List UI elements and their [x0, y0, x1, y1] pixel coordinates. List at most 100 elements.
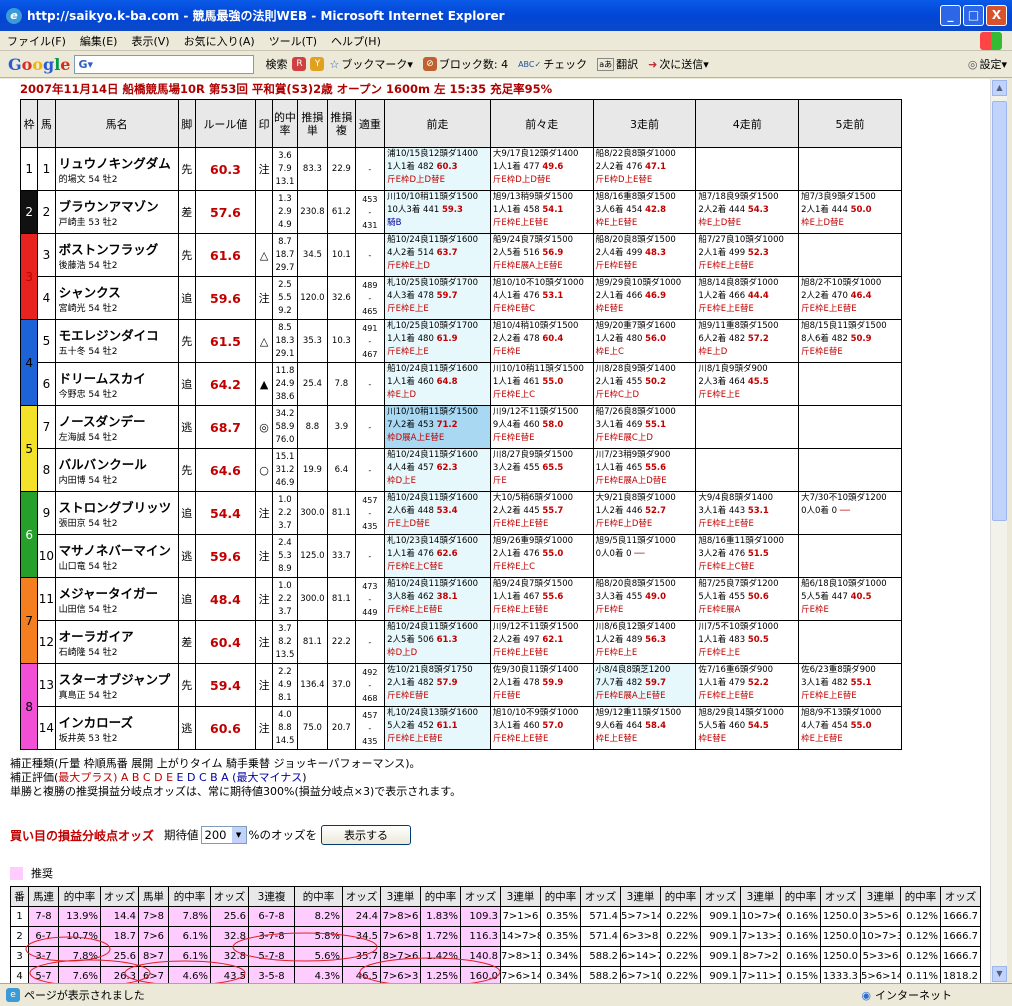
maximize-button[interactable]: □: [963, 5, 984, 26]
horse-name[interactable]: バルバンクール: [59, 454, 178, 473]
horse-name[interactable]: シャンクス: [59, 282, 178, 301]
past-race-place: 1人2着 466: [698, 291, 748, 301]
race-table-body: 1 1 リュウノキングダム 的場文 54 牡2 先 60.3 注 3.6 7.9 13.1 83.3…: [19, 147, 902, 750]
horse-name[interactable]: インカローズ: [59, 712, 178, 731]
past-race-adjustments: 斤E枠E展A: [698, 605, 741, 615]
odds-header-cell: 的中率: [540, 886, 581, 907]
send-to-button[interactable]: ➜ 次に送信▾: [648, 56, 709, 72]
horse-name[interactable]: メジャータイガー: [59, 583, 178, 602]
hit-rate: 4.9: [278, 219, 292, 230]
translate-icon: aあ: [597, 57, 615, 71]
menu-favorites[interactable]: お気に入り(A): [184, 33, 255, 49]
odds-cell: 3-7-8: [248, 926, 295, 947]
show-odds-button[interactable]: 表示する: [320, 825, 411, 845]
hit-rates: 15.1 31.2 46.9: [272, 448, 298, 492]
horse-name[interactable]: スターオブジャンプ: [59, 669, 178, 688]
hit-rates: 2.2 4.9 8.1: [272, 663, 298, 707]
scroll-up-arrow-icon[interactable]: ▲: [992, 80, 1007, 96]
past-race-5: 船6/18良10頭ダ1000 5人5着 447 40.5 斤E枠E: [798, 577, 902, 621]
hit-rate: 9.2: [278, 305, 292, 316]
past-race-2: 船9/24良7頭ダ1500 2人5着 516 56.9 斤E枠E展A上E替E: [489, 233, 594, 277]
horse-name[interactable]: ボストンフラッグ: [59, 239, 178, 258]
horse-number: 3: [37, 233, 56, 277]
status-bar: e ページが表示されました ◉ インターネット: [0, 983, 1012, 1006]
horse-name[interactable]: マサノネバーマイン: [59, 540, 178, 559]
past-race-place: 3人1着 469: [595, 420, 646, 430]
scroll-thumb[interactable]: [992, 101, 1007, 521]
menu-view[interactable]: 表示(V): [131, 33, 169, 49]
menu-file[interactable]: ファイル(F): [7, 33, 66, 49]
past-race-place: 2人2着 497: [492, 635, 543, 645]
menu-edit[interactable]: 編集(E): [80, 33, 118, 49]
odds-cell: 18.7: [100, 926, 139, 947]
check-label: チェック: [543, 58, 588, 71]
past-race-result: 1人1着 480 61.9: [387, 333, 489, 346]
horse-name[interactable]: オーラガイア: [59, 626, 178, 645]
past-race-result: 0人0着 0 ──: [596, 548, 695, 561]
horse-name[interactable]: ドリームスカイ: [59, 368, 178, 387]
recommended-label: 推奨: [31, 867, 53, 880]
translate-button[interactable]: aあ 翻訳: [597, 56, 638, 72]
past-race-5: [798, 534, 902, 578]
past-race-info: 船7/26良8頭ダ1000: [595, 407, 676, 417]
expectation-select[interactable]: 200 ▼: [200, 826, 247, 844]
horse-row: 4 シャンクス 宮崎光 54 牡2 追 59.6 注 2.5 5.5 9.2 120.0 32.6 4…: [21, 276, 902, 320]
vertical-scrollbar[interactable]: ▲ ▼: [990, 79, 1007, 983]
pagerank-icon[interactable]: R: [292, 57, 307, 71]
past-race-adjustments: 斤E枠D上D替E: [387, 175, 445, 185]
adj-weight: 457 - 435: [354, 706, 386, 750]
hit-rate: 13.1: [275, 176, 295, 187]
hit-rate: 8.5: [278, 322, 292, 333]
horse-name[interactable]: モエレジンダイコ: [59, 325, 178, 344]
past-race-place: 2人4着 499: [595, 248, 646, 258]
odds-cell: 10>7>6: [740, 906, 781, 927]
pay-place: 20.7: [327, 706, 356, 750]
horse-name-cell: ドリームスカイ 今野忠 54 牡2: [54, 362, 179, 406]
past-race-score: 45.5: [747, 377, 769, 387]
settings-button[interactable]: ◎ 設定▾: [968, 56, 1007, 72]
minimize-button[interactable]: _: [940, 5, 961, 26]
hit-rate: 4.0: [278, 709, 292, 720]
adj-weight: 473 - 449: [354, 577, 386, 621]
adj-weight: -: [354, 620, 386, 664]
past-race-info: 佐6/23重8頭ダ900: [801, 665, 876, 675]
odds-cell: 6-7: [28, 926, 59, 947]
scroll-down-arrow-icon[interactable]: ▼: [992, 966, 1007, 982]
past-race-4: 旭8/16重11頭ダ1000 3人2着 476 51.5 斤E枠E上C替E: [695, 534, 800, 578]
adj-line: -: [368, 293, 372, 303]
horse-name[interactable]: ブラウンアマゾン: [59, 196, 178, 215]
past-race-info: 船9/24良7頭ダ1500: [492, 235, 574, 245]
horse-name[interactable]: ストロングブリッツ: [59, 497, 178, 516]
bookmarks-button[interactable]: ☆ ブックマーク▾: [329, 56, 412, 72]
menu-tools[interactable]: ツール(T): [269, 33, 317, 49]
past-race-result: 5人5着 447 40.5: [801, 591, 900, 604]
rule-value: 60.4: [194, 620, 256, 664]
hit-rate: 3.7: [278, 606, 292, 617]
past-race-info: 旭8/14良8頭ダ1000: [698, 278, 779, 288]
odds-cell: 140.8: [460, 946, 501, 967]
search-button[interactable]: 検索: [265, 56, 287, 72]
past-race-3: 船7/26良8頭ダ1000 3人1着 469 55.1 斤E枠E展C上D: [592, 405, 697, 449]
running-style: 追: [177, 577, 196, 621]
past-race-place: 5人5着 447: [801, 592, 851, 602]
waku-cell: 5: [19, 405, 39, 492]
hit-rate: 1.0: [278, 580, 292, 591]
google-search-input[interactable]: G▾: [74, 54, 255, 74]
past-race-1: 船10/24良11頭ダ1600 4人2着 514 63.7 斤E枠E上D: [384, 233, 491, 277]
adj-line: 465: [362, 306, 378, 316]
horse-name[interactable]: ノースダンデー: [59, 411, 178, 430]
close-button[interactable]: X: [986, 5, 1007, 26]
horse-name[interactable]: リュウノキングダム: [59, 153, 178, 172]
menu-help[interactable]: ヘルプ(H): [331, 33, 381, 49]
odds-cell: 0.16%: [780, 906, 821, 927]
past-race-place: 9人4着 460: [492, 420, 543, 430]
popup-blocker-button[interactable]: ⊘ ブロック数: 4: [422, 56, 508, 72]
odds-table-body: 1 7-8 13.9% 14.4 7>8 7.8% 25.6 6-7-8 8.2% 24.4 7>8…: [10, 906, 981, 983]
horse-row: 14 インカローズ 坂井英 53 牡2 逃 60.6 注 4.0 8.8 14.5 75.0 20.…: [21, 706, 902, 750]
spellcheck-button[interactable]: ABC✓ チェック: [518, 56, 587, 72]
past-race-1: 船10/24良11頭ダ1600 2人6着 448 53.4 斤E上D替E: [384, 491, 491, 535]
past-race-place: 4人7着 454: [801, 721, 851, 731]
past-race-info: 川8/6良12頭ダ1400: [595, 622, 676, 632]
news-icon[interactable]: Y: [310, 57, 325, 71]
past-race-place: 9人6着 464: [595, 721, 646, 731]
